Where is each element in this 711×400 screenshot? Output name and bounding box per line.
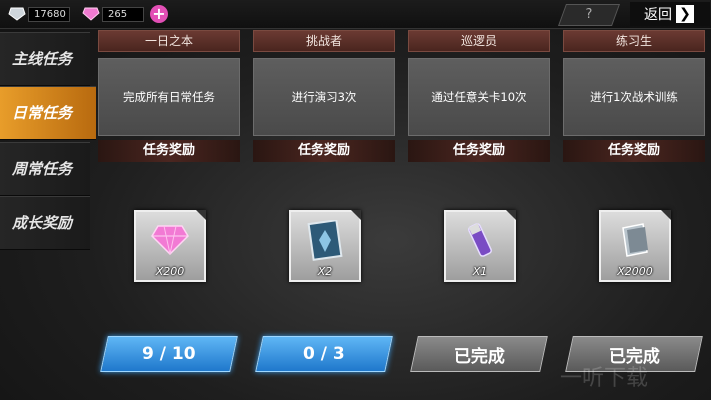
help-button[interactable]: ? [557, 4, 621, 26]
corner-marker [661, 210, 671, 220]
quest-progress-button[interactable]: 0 / 3 [255, 336, 393, 372]
sidebar-item-label: 主线任务 [12, 50, 73, 68]
sidebar-item-label: 成长奖励 [12, 214, 73, 232]
task-category-sidebar: 主线任务 日常任务 周常任务 成长奖励 [0, 30, 96, 400]
quest-title: 一日之本 [98, 30, 240, 52]
button-label: 0 / 3 [303, 344, 345, 364]
sidebar-item-growth-rewards[interactable]: 成长奖励 [0, 196, 90, 250]
corner-marker [351, 210, 361, 220]
help-icon: ? [585, 7, 593, 22]
sidebar-item-main-quests[interactable]: 主线任务 [0, 32, 90, 86]
crystal-amount: 17680 [28, 6, 70, 22]
quest-card: 一日之本 完成所有日常任务 任务奖励 X200 9 / 10 [98, 30, 240, 398]
reward-quantity: X2 [317, 265, 333, 278]
button-label: 已完成 [453, 346, 505, 367]
reward-heading: 任务奖励 [563, 140, 705, 162]
pink-gem-icon [82, 7, 100, 21]
reward-quantity: X200 [155, 265, 185, 278]
pink-gem-icon [151, 225, 189, 256]
quest-card: 巡逻员 通过任意关卡10次 任务奖励 X1 已完成 [408, 30, 550, 398]
reward-heading: 任务奖励 [253, 140, 395, 162]
sidebar-item-weekly-quests[interactable]: 周常任务 [0, 142, 90, 196]
sidebar-item-label: 日常任务 [12, 104, 73, 122]
manual-book-icon [622, 223, 648, 257]
quest-title: 巡逻员 [408, 30, 550, 52]
crystal-counter: 17680 [8, 5, 70, 23]
quest-title: 练习生 [563, 30, 705, 52]
add-gem-button[interactable]: + [150, 5, 168, 23]
back-label: 返回 [644, 7, 672, 23]
crystal-icon [8, 7, 26, 21]
quest-description: 完成所有日常任务 [98, 58, 240, 136]
reward-quantity: X1 [472, 265, 488, 278]
sidebar-item-label: 周常任务 [12, 160, 73, 178]
back-button[interactable]: 返回 ❯ [630, 2, 710, 26]
purple-vial-icon [468, 223, 492, 257]
reward-item[interactable]: X200 [134, 210, 206, 282]
sidebar-item-daily-quests[interactable]: 日常任务 [0, 86, 96, 140]
quest-completed-button[interactable]: 已完成 [410, 336, 548, 372]
top-bar: 17680 265 + ? 返回 ❯ [0, 0, 711, 29]
gem-counter: 265 [82, 5, 144, 23]
quest-description: 通过任意关卡10次 [408, 58, 550, 136]
quest-card: 挑战者 进行演习3次 任务奖励 X2 0 / 3 [253, 30, 395, 398]
gem-amount: 265 [102, 6, 144, 22]
reward-item[interactable]: X2 [289, 210, 361, 282]
quest-title: 挑战者 [253, 30, 395, 52]
button-label: 9 / 10 [142, 344, 196, 364]
reward-item[interactable]: X1 [444, 210, 516, 282]
reward-item[interactable]: X2000 [599, 210, 671, 282]
corner-marker [196, 210, 206, 220]
watermark-logo: 一听下载 [560, 366, 649, 391]
quest-description: 进行1次战术训练 [563, 58, 705, 136]
blueprint-card-icon [307, 220, 343, 261]
quest-description: 进行演习3次 [253, 58, 395, 136]
quest-progress-button[interactable]: 9 / 10 [100, 336, 238, 372]
reward-heading: 任务奖励 [98, 140, 240, 162]
chevron-right-icon: ❯ [676, 5, 694, 23]
reward-quantity: X2000 [617, 265, 653, 278]
reward-heading: 任务奖励 [408, 140, 550, 162]
quest-card: 练习生 进行1次战术训练 任务奖励 X2000 已完成 [563, 30, 705, 398]
corner-marker [506, 210, 516, 220]
